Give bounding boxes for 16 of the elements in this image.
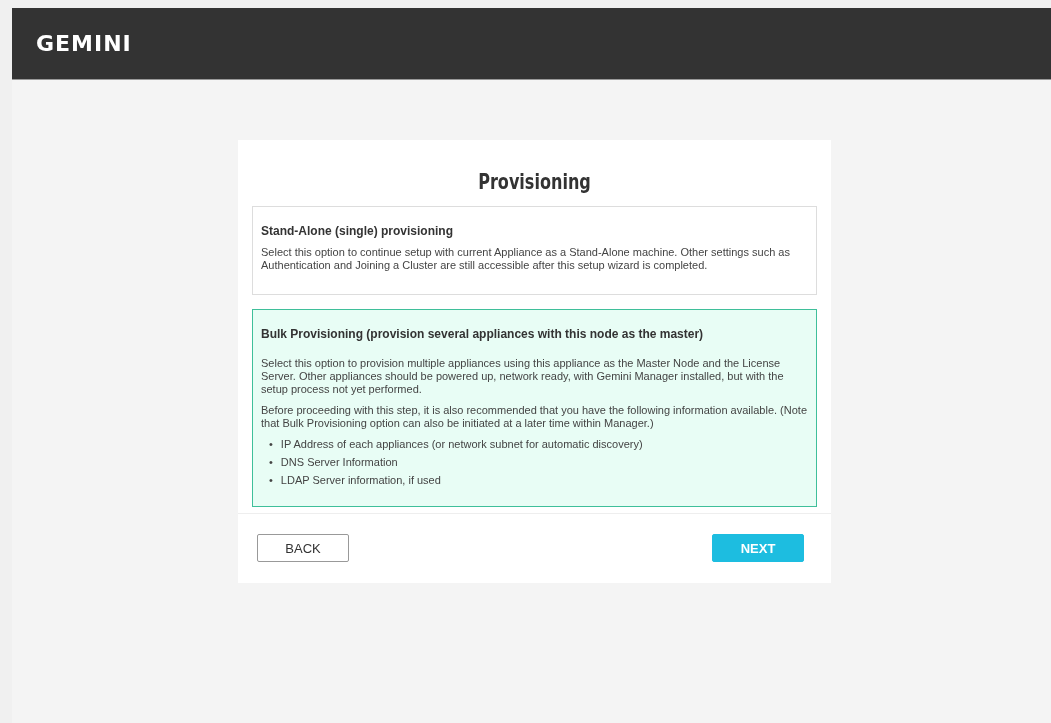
option-description: Select this option to continue setup with current Appliance as a Stand-Alone machine. Other settings such as Authentication and Joining a Cluster are still accessible after this setup wizard is completed. (261, 246, 791, 272)
provisioning-option[interactable] (252, 206, 817, 295)
bullet-marker: • (269, 438, 273, 451)
dialog-title: Provisioning (477, 169, 592, 196)
option-title: Stand-Alone (single) provisioning (261, 225, 454, 238)
logo: GEMINI (36, 31, 132, 56)
option-title: Bulk Provisioning (provision several appliances with this node as the master) (261, 328, 705, 341)
back-button[interactable]: BACK (257, 534, 349, 562)
option-description: Select this option to provision multiple appliances using this appliance as the Master Node and the License Server. Other appliances should be powered up, network ready, with Gemini Manager installed, but with the setup process not yet performed. (261, 357, 785, 396)
option-description: Before proceeding with this step, it is also recommended that you have the following information available. (Note that Bulk Provisioning option can also be initiated at a later time within Manager.) (261, 404, 808, 430)
bullet-marker: • (269, 456, 273, 469)
list-item: DNS Server Information (280, 456, 398, 469)
list-item: IP Address of each appliances (or network subnet for automatic discovery) (280, 438, 643, 451)
list-item: LDAP Server information, if used (280, 474, 441, 487)
bullet-marker: • (269, 474, 273, 487)
provisioning-option[interactable] (252, 309, 817, 507)
